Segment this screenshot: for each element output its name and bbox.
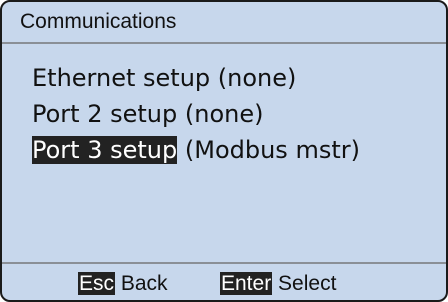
esc-key-label: Esc: [78, 272, 116, 295]
footer-bar: Esc Back Enter Select: [2, 262, 446, 300]
enter-key-label: Enter: [220, 272, 273, 295]
menu-item-port-2-setup[interactable]: Port 2 setup (none): [32, 96, 360, 132]
esc-back-button[interactable]: Esc Back: [78, 272, 168, 296]
device-screen: Communications Ethernet setup (none) Por…: [0, 0, 448, 302]
screen-title: Communications: [20, 10, 177, 33]
menu-item-status: (none): [217, 64, 297, 92]
enter-select-button[interactable]: Enter Select: [220, 272, 336, 296]
menu-item-name: Port 2 setup: [32, 100, 178, 128]
menu-item-name: Ethernet setup: [32, 64, 211, 92]
menu-item-status: (none): [184, 100, 264, 128]
menu-item-ethernet-setup[interactable]: Ethernet setup (none): [32, 60, 360, 96]
esc-action-label: Back: [120, 272, 168, 295]
title-bar: Communications: [2, 2, 446, 44]
menu-item-name: Port 3 setup: [32, 136, 178, 164]
enter-action-label: Select: [278, 272, 337, 295]
menu-list: Ethernet setup (none) Port 2 setup (none…: [32, 60, 360, 168]
menu-item-status: (Modbus mstr): [184, 136, 360, 164]
menu-item-port-3-setup[interactable]: Port 3 setup (Modbus mstr): [32, 132, 360, 168]
